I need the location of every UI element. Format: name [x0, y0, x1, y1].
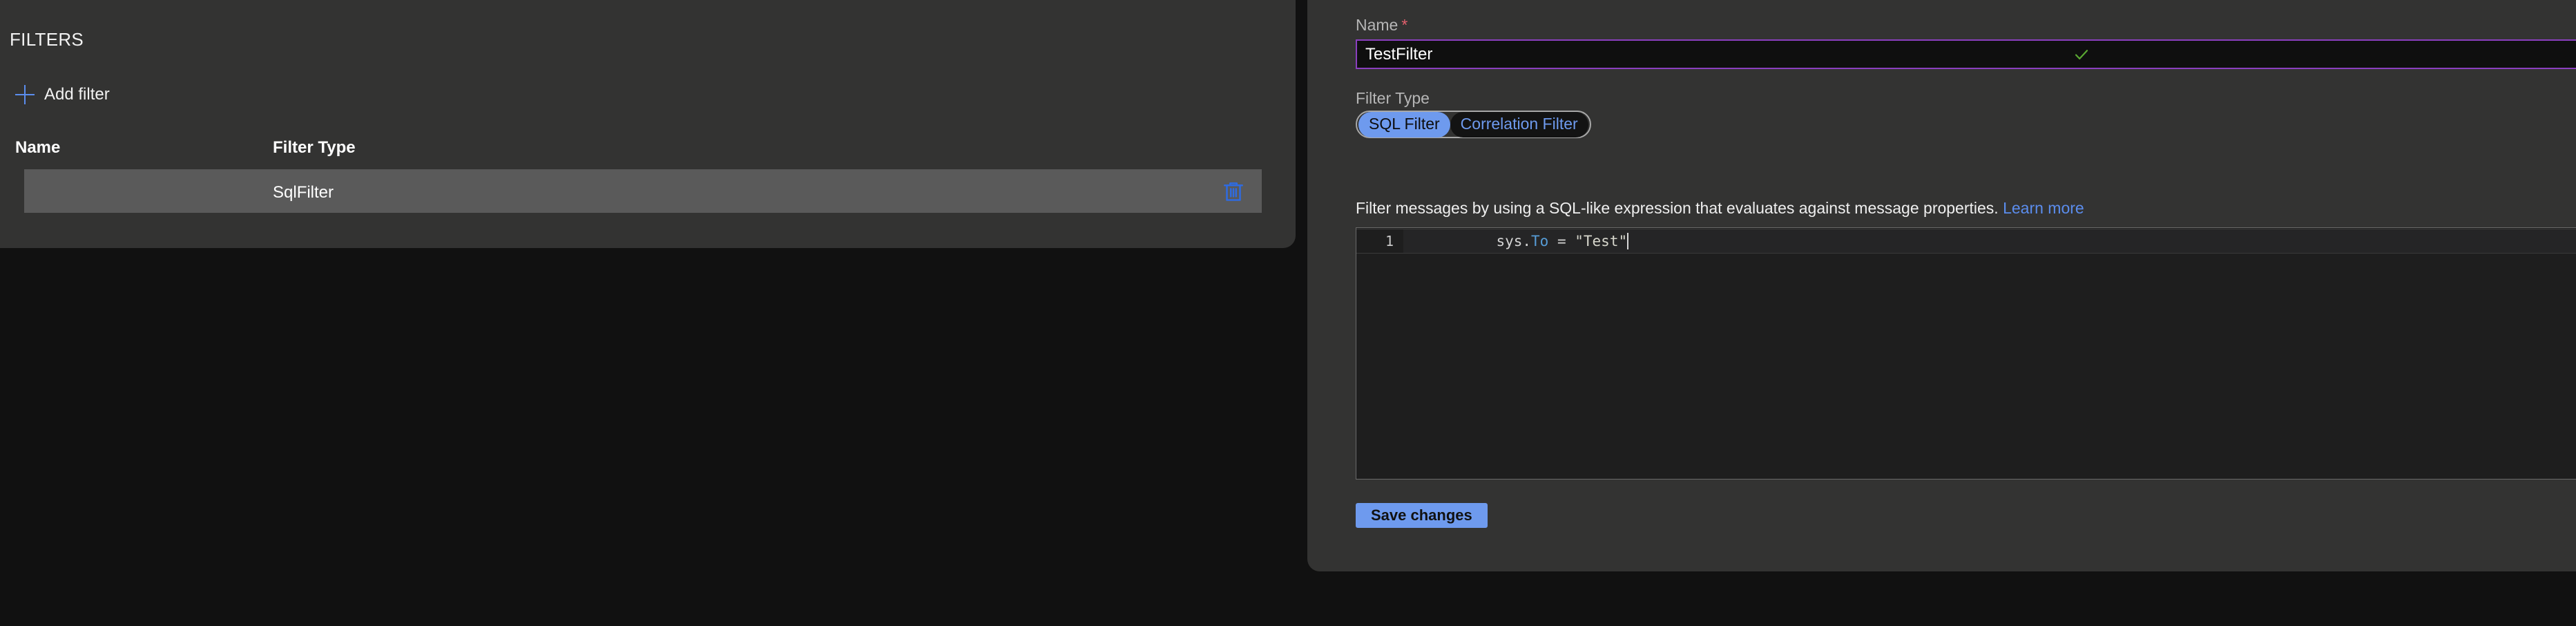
editor-line-number: 1 — [1356, 229, 1403, 253]
name-field-label: Name * — [1356, 17, 1407, 33]
row-cell-filter-type: SqlFilter — [273, 183, 334, 202]
check-icon — [2073, 46, 2090, 63]
name-input[interactable] — [1357, 41, 2576, 68]
filters-table-header: Name Filter Type — [0, 131, 1296, 169]
filter-type-option-correlation-filter[interactable]: Correlation Filter — [1450, 111, 1588, 137]
filter-type-description-text: Filter messages by using a SQL-like expr… — [1356, 199, 1999, 217]
name-label-text: Name — [1356, 16, 1398, 34]
editor-token-property: To — [1531, 233, 1549, 249]
filter-type-description: Filter messages by using a SQL-like expr… — [1356, 200, 2084, 216]
column-header-name: Name — [15, 138, 61, 157]
editor-token-string: "Test" — [1575, 233, 1628, 249]
editor-line-content: sys.To = "Test" — [1403, 228, 1629, 266]
sql-expression-editor[interactable]: 1 sys.To = "Test" — [1356, 227, 2576, 480]
name-input-wrapper[interactable] — [1356, 39, 2576, 69]
add-filter-label: Add filter — [44, 85, 110, 104]
text-caret — [1627, 233, 1629, 249]
plus-icon — [15, 85, 35, 104]
add-filter-button[interactable]: Add filter — [15, 84, 110, 105]
filters-panel-title: FILTERS — [10, 29, 84, 50]
editor-line-1[interactable]: 1 sys.To = "Test" — [1356, 229, 2576, 254]
editor-token-operator: = — [1548, 233, 1575, 249]
filter-type-toggle-group: SQL Filter Correlation Filter — [1356, 111, 1591, 138]
save-changes-button[interactable]: Save changes — [1356, 503, 1488, 528]
trash-icon[interactable] — [1220, 178, 1247, 205]
filter-type-label: Filter Type — [1356, 89, 1430, 107]
required-asterisk: * — [1401, 16, 1408, 34]
filters-table: Name Filter Type SqlFilter — [0, 131, 1296, 213]
filter-detail-panel: Name* Filter Type SQL Filter Correlation… — [1307, 0, 2576, 571]
column-header-filter-type: Filter Type — [273, 138, 356, 157]
filters-panel: FILTERS Add filter Name Filter Type SqlF… — [0, 0, 1296, 248]
learn-more-link[interactable]: Learn more — [2003, 199, 2084, 217]
filter-type-option-sql-filter[interactable]: SQL Filter — [1358, 111, 1450, 137]
table-row[interactable]: SqlFilter — [24, 169, 1262, 213]
screen-root: FILTERS Add filter Name Filter Type SqlF… — [0, 0, 2576, 626]
editor-token-plain-1: sys. — [1496, 233, 1532, 249]
